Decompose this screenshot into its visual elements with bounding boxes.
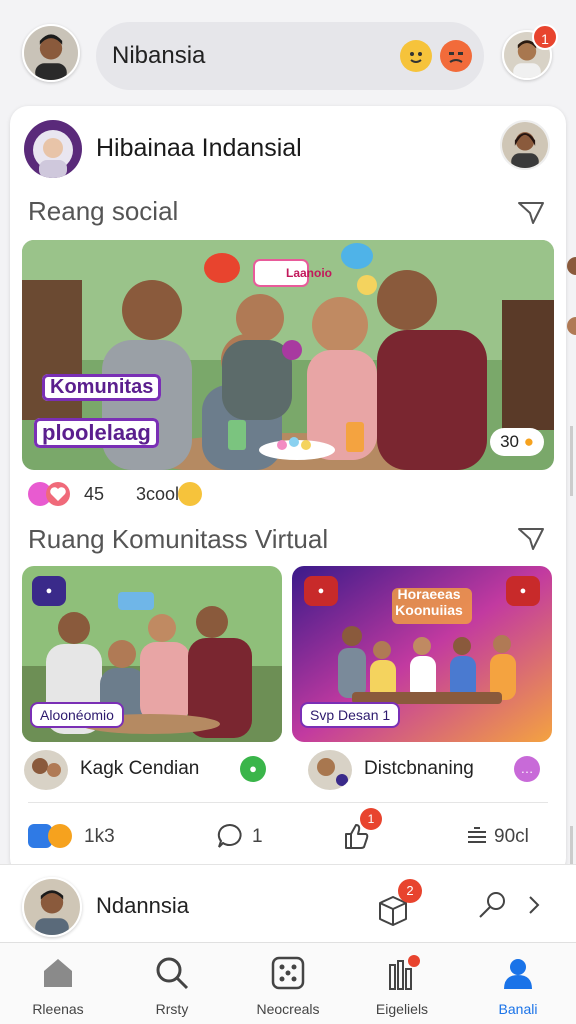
author-name: Distcbnaning — [364, 758, 474, 779]
feed-card: Hibainaa Indansial Reang social Laanoio … — [10, 106, 566, 876]
reactions-button[interactable]: 1k3 — [28, 822, 138, 852]
hero-image[interactable]: Laanoio Komunitas ploolelaag 30 ● — [22, 240, 554, 470]
share-icon[interactable] — [516, 524, 546, 554]
user-name[interactable]: Ndannsia — [96, 893, 189, 919]
sun-emoji-icon[interactable] — [400, 40, 432, 72]
share-icon[interactable] — [516, 198, 546, 228]
community-thumb-2[interactable]: ● ● Horaeeas Koonuiias Svp Desan 1 — [292, 566, 552, 742]
notification-badge[interactable]: 1 — [532, 24, 558, 50]
reaction-label: 3cool — [136, 484, 180, 504]
nav-label: Rleenas — [32, 1001, 84, 1017]
nav-item-home[interactable]: Rleenas — [0, 951, 116, 1021]
views-list-icon — [468, 827, 486, 843]
search-icon — [156, 957, 189, 990]
comment-icon — [217, 823, 242, 848]
reactions-count: 1k3 — [84, 826, 115, 847]
community-thumb-1[interactable]: ● Aloonéomio — [22, 566, 282, 742]
hero-tag-secondary: ploolelaag — [34, 418, 159, 448]
post-author-avatar-secondary[interactable] — [500, 120, 550, 170]
virtual-section-title: Ruang Komunitass Virtual — [28, 524, 329, 554]
nav-label: Banali — [498, 1001, 538, 1017]
search-bar[interactable]: Nibansia — [96, 22, 484, 90]
like-button[interactable]: 1 — [342, 808, 402, 852]
angry-emoji-icon[interactable] — [440, 40, 472, 72]
views-count: 90cl — [494, 826, 529, 847]
user-avatar[interactable] — [22, 877, 82, 937]
section-title: Reang social — [28, 196, 179, 226]
dice-icon — [271, 956, 305, 990]
reaction-count: 45 — [84, 484, 105, 504]
top-bar: Nibansia 1 — [0, 0, 576, 108]
profile-avatar[interactable] — [22, 24, 80, 82]
nav-label: Eigeliels — [375, 1001, 429, 1017]
divider — [28, 802, 548, 803]
thumb-badge-right-icon: ● — [506, 576, 540, 606]
post-author-name[interactable]: Hibainaa Indansial — [96, 134, 302, 163]
reactions-icon — [28, 824, 72, 848]
comments-count: 1 — [252, 826, 263, 847]
thumb-label: Aloonéomio — [30, 702, 124, 728]
author-avatar — [24, 750, 68, 790]
nav-label: Rrsty — [155, 1001, 189, 1017]
box-button[interactable]: 2 — [376, 879, 422, 927]
nav-label: Neocreals — [256, 1001, 320, 1017]
like-badge: 1 — [360, 808, 382, 830]
message-bubble-icon[interactable]: … — [514, 756, 540, 782]
nav-item-games[interactable]: Neocreals — [230, 951, 346, 1021]
right-edge-preview — [566, 200, 576, 940]
hero-tag-komunitas: Komunitas — [42, 374, 162, 401]
card-author-2[interactable]: Distcbnaning … — [308, 750, 558, 790]
bottom-nav: Rleenas Rrsty Neocreals Eigeliels Banali — [0, 942, 576, 1024]
user-bar: Ndannsia 2 — [0, 864, 576, 942]
author-avatar — [308, 750, 352, 790]
thumb-title-overlay: Horaeeas Koonuiias — [395, 586, 463, 618]
card-author-1[interactable]: Kagk Cendian ● — [24, 750, 284, 790]
thumb-badge-icon: ● — [32, 576, 66, 606]
nav-item-search[interactable]: Rrsty — [114, 951, 230, 1021]
online-status-icon[interactable]: ● — [240, 756, 266, 782]
hero-count-value: 30 — [500, 432, 519, 451]
action-row: 1k3 1 1 90cl — [10, 808, 566, 869]
laugh-react-icon — [178, 482, 202, 506]
search-text: Nibansia — [112, 42, 206, 69]
views-button[interactable]: 90cl — [464, 822, 554, 852]
nav-item-notifications[interactable]: Eigeliels — [344, 951, 460, 1021]
hero-bubble-text: Laanoio — [286, 266, 333, 280]
comment-button[interactable]: 1 — [216, 822, 286, 852]
heart-react-icon — [46, 482, 70, 506]
home-icon — [44, 959, 72, 987]
nav-item-profile[interactable]: Banali — [460, 951, 576, 1021]
box-badge: 2 — [398, 879, 422, 903]
pencil-cup-icon — [389, 955, 420, 990]
person-icon — [504, 959, 532, 989]
hero-count-badge: 30 ● — [490, 428, 544, 456]
post-author-avatar[interactable] — [24, 120, 82, 178]
thumb-badge-left-icon: ● — [304, 576, 338, 606]
pin-icon[interactable] — [476, 889, 508, 921]
author-name: Kagk Cendian — [80, 758, 200, 779]
chevron-right-icon[interactable] — [526, 895, 542, 915]
thumb-label: Svp Desan 1 — [300, 702, 401, 728]
